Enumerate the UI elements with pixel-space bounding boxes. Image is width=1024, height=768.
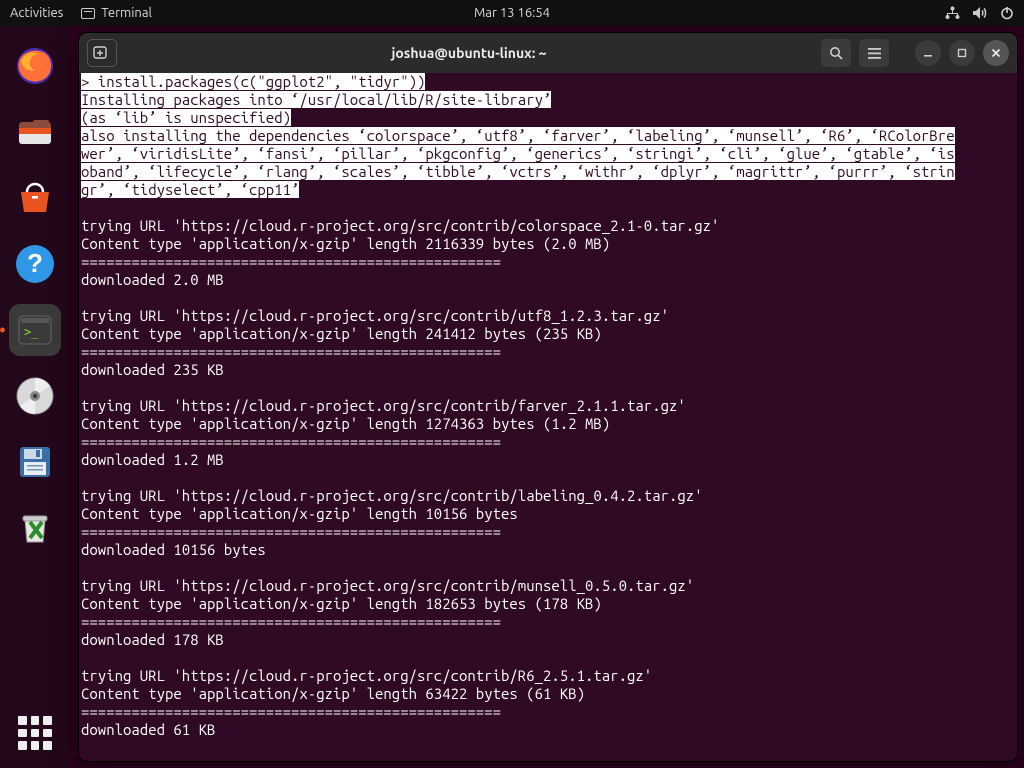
new-tab-button[interactable] [87,39,117,67]
terminal-output: trying URL 'https://cloud.r-project.org/… [81,217,719,738]
search-button[interactable] [821,39,851,67]
dock-item-files[interactable] [9,106,61,158]
network-icon[interactable] [945,6,960,20]
dock-item-firefox[interactable] [9,40,61,92]
apps-grid-icon [18,716,52,750]
power-icon[interactable] [1000,6,1014,20]
app-menu[interactable]: Terminal [81,6,152,20]
activities-button[interactable]: Activities [10,6,63,20]
terminal-highlight: > install.packages(c("ggplot2", "tidyr")… [81,73,955,198]
dock-item-trash[interactable] [9,502,61,554]
terminal-body[interactable]: > install.packages(c("ggplot2", "tidyr")… [79,73,1017,761]
show-applications[interactable] [18,716,52,750]
dock-item-terminal[interactable]: >_ [9,304,61,356]
clock[interactable]: Mar 13 16:54 [474,6,550,20]
terminal-window: joshua@ubuntu-linux: ~ > install.package… [78,32,1018,762]
svg-text:>_: >_ [24,325,39,339]
top-bar: Activities Terminal Mar 13 16:54 [0,0,1024,26]
dock-item-help[interactable]: ? [9,238,61,290]
dock-item-disc[interactable] [9,370,61,422]
window-title: joshua@ubuntu-linux: ~ [117,45,821,61]
minimize-button[interactable] [915,40,941,66]
svg-text:?: ? [27,248,43,278]
maximize-button[interactable] [949,40,975,66]
dock: ? >_ [0,26,70,768]
titlebar[interactable]: joshua@ubuntu-linux: ~ [79,33,1017,73]
terminal-icon [81,8,95,19]
app-menu-label: Terminal [101,6,152,20]
dock-item-software[interactable] [9,172,61,224]
volume-icon[interactable] [972,6,988,20]
dock-item-save[interactable] [9,436,61,488]
close-button[interactable] [983,40,1009,66]
hamburger-menu[interactable] [859,39,889,67]
